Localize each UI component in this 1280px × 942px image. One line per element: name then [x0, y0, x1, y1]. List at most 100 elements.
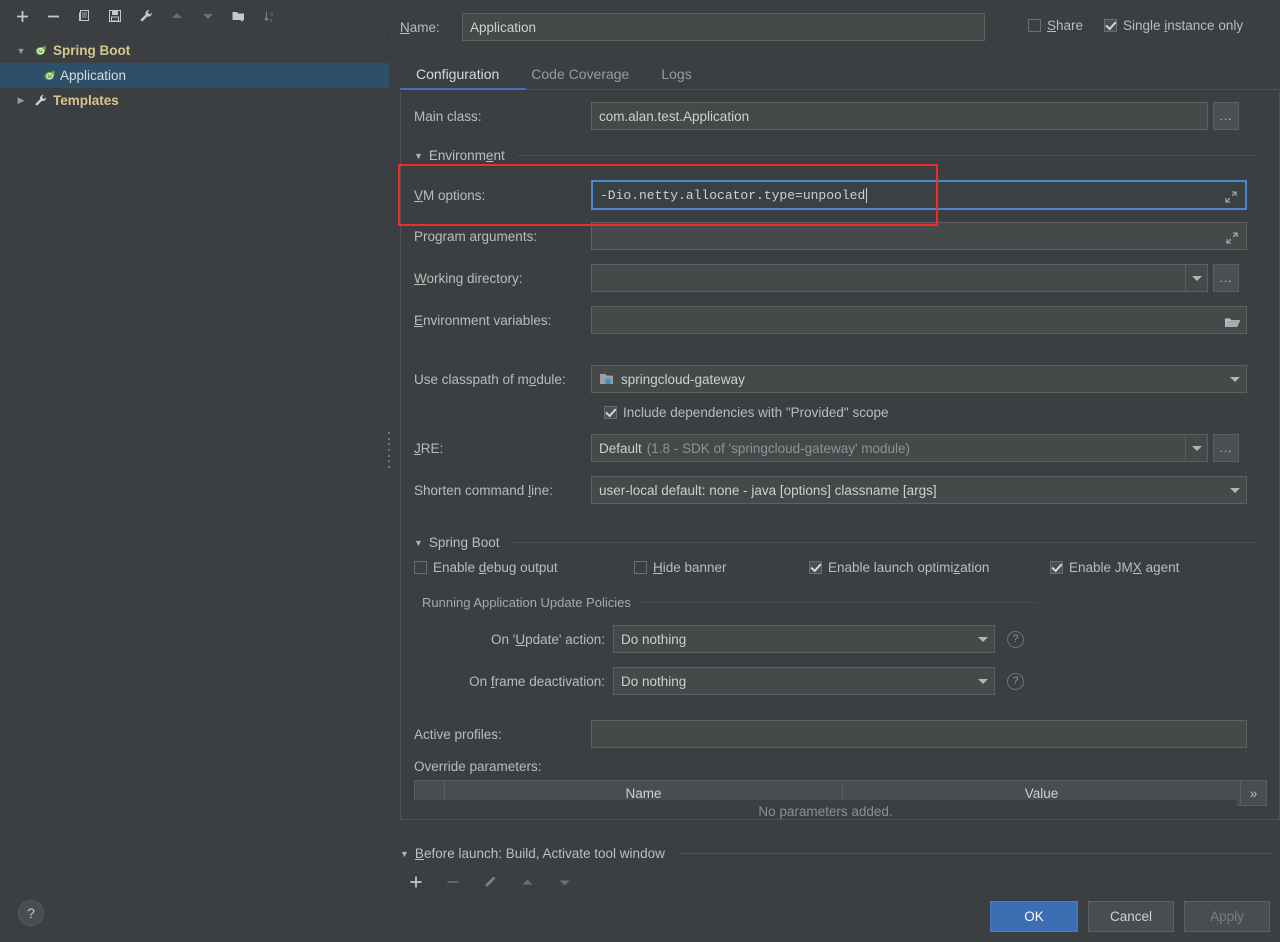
before-launch-section-header[interactable]: ▼ Before launch: Build, Activate tool wi…	[400, 846, 1272, 861]
spring-boot-icon	[31, 43, 49, 58]
single-instance-only-checkbox[interactable]: Single instance only	[1104, 18, 1243, 33]
chevron-down-icon[interactable]	[1224, 366, 1246, 392]
use-classpath-of-module-combobox[interactable]: springcloud-gateway	[591, 365, 1247, 393]
folder-icon[interactable]	[1219, 308, 1245, 336]
include-provided-scope-checkbox[interactable]: Include dependencies with "Provided" sco…	[604, 405, 889, 420]
wrench-icon[interactable]	[136, 6, 156, 26]
chevron-down-icon[interactable]	[1185, 435, 1207, 461]
minus-icon	[443, 872, 463, 892]
environment-variables-input[interactable]	[591, 306, 1247, 334]
working-directory-browse-button[interactable]: ...	[1213, 264, 1239, 292]
arrow-up-icon[interactable]	[167, 6, 187, 26]
arrow-down-icon[interactable]	[198, 6, 218, 26]
jre-hint: (1.8 - SDK of 'springcloud-gateway' modu…	[647, 441, 910, 456]
active-profiles-input[interactable]	[591, 720, 1247, 748]
on-frame-deactivation-row: On frame deactivation: Do nothing ?	[401, 667, 1261, 695]
checkbox-box	[1028, 19, 1041, 32]
expand-table-button[interactable]: »	[1240, 781, 1266, 805]
environment-section-header[interactable]: ▼ Environment	[414, 148, 1257, 163]
help-button[interactable]: ?	[18, 900, 44, 926]
sort-az-icon[interactable]: az	[260, 6, 280, 26]
tab-logs[interactable]: Logs	[645, 66, 707, 90]
module-icon	[599, 372, 614, 386]
chevron-down-icon[interactable]	[1224, 477, 1246, 503]
chevron-down-icon[interactable]: ▼	[414, 151, 423, 161]
run-debug-configurations-dialog: az ▼ Spring Boot Application ▶	[0, 0, 1280, 942]
enable-debug-output-checkbox[interactable]: Enable debug output	[414, 560, 558, 575]
expand-arrows-icon[interactable]	[1219, 224, 1245, 252]
main-class-browse-button[interactable]: ...	[1213, 102, 1239, 130]
program-arguments-row: Program arguments:	[401, 222, 1261, 250]
jre-value: Default	[599, 441, 642, 456]
vm-options-input[interactable]: -Dio.netty.allocator.type=unpooled	[591, 180, 1247, 210]
shorten-command-line-combobox[interactable]: user-local default: none - java [options…	[591, 476, 1247, 504]
enable-debug-output-label: Enable debug output	[433, 560, 558, 575]
copy-icon[interactable]	[74, 6, 94, 26]
on-frame-deactivation-combobox[interactable]: Do nothing	[613, 667, 995, 695]
tab-configuration[interactable]: Configuration	[400, 66, 515, 90]
tree-node-spring-boot[interactable]: ▼ Spring Boot	[0, 38, 389, 63]
jre-browse-button[interactable]: ...	[1213, 434, 1239, 462]
enable-launch-optimization-checkbox[interactable]: Enable launch optimization	[809, 560, 989, 575]
on-update-action-help-icon[interactable]: ?	[1007, 631, 1024, 648]
configuration-tabs[interactable]: Configuration Code Coverage Logs	[400, 58, 1280, 90]
before-launch-label: Before launch: Build, Activate tool wind…	[415, 846, 665, 861]
arrow-down-icon	[554, 872, 574, 892]
jre-combobox[interactable]: Default (1.8 - SDK of 'springcloud-gatew…	[591, 434, 1208, 462]
tree-node-templates[interactable]: ▶ Templates	[0, 88, 389, 113]
chevron-down-icon[interactable]: ▼	[414, 538, 423, 548]
program-arguments-label: Program arguments:	[401, 229, 591, 244]
enable-jmx-agent-checkbox[interactable]: Enable JMX agent	[1050, 560, 1179, 575]
minus-icon[interactable]	[43, 6, 63, 26]
hide-banner-checkbox[interactable]: Hide banner	[634, 560, 727, 575]
jre-row: JRE: Default (1.8 - SDK of 'springcloud-…	[401, 434, 1261, 462]
cancel-button[interactable]: Cancel	[1088, 901, 1174, 932]
chevron-down-icon[interactable]: ▼	[14, 46, 28, 56]
chevron-down-icon[interactable]: ▼	[400, 849, 409, 859]
enable-jmx-agent-label: Enable JMX agent	[1069, 560, 1179, 575]
spring-boot-section-label: Spring Boot	[429, 535, 500, 550]
before-launch-toolbar	[406, 872, 574, 892]
tree-node-label: Spring Boot	[53, 43, 130, 58]
working-directory-input[interactable]	[591, 264, 1208, 292]
tree-node-application[interactable]: Application	[0, 63, 389, 88]
tab-code-coverage[interactable]: Code Coverage	[515, 66, 645, 90]
chevron-down-icon[interactable]	[972, 626, 994, 652]
shorten-command-line-row: Shorten command line: user-local default…	[401, 476, 1261, 504]
on-frame-deactivation-help-icon[interactable]: ?	[1007, 673, 1024, 690]
share-checkbox[interactable]: Share	[1028, 18, 1083, 33]
chevron-right-icon[interactable]: ▶	[14, 95, 28, 106]
name-input[interactable]: Application	[462, 13, 985, 41]
working-directory-label: Working directory:	[401, 271, 591, 286]
update-policies-section-header: Running Application Update Policies	[422, 595, 1037, 610]
chevron-down-icon[interactable]	[1185, 265, 1207, 291]
environment-variables-label: Environment variables:	[401, 313, 591, 328]
use-classpath-of-module-label: Use classpath of module:	[401, 372, 591, 387]
plus-icon[interactable]	[406, 872, 426, 892]
main-class-input[interactable]: com.alan.test.Application	[591, 102, 1208, 130]
checkbox-box	[809, 561, 822, 574]
section-divider	[512, 542, 1257, 543]
checkbox-box	[604, 406, 617, 419]
enable-launch-optimization-label: Enable launch optimization	[828, 560, 989, 575]
override-parameters-table[interactable]: Name Value » No parameters added.	[414, 780, 1267, 812]
ok-button[interactable]: OK	[990, 901, 1078, 932]
on-update-action-combobox[interactable]: Do nothing	[613, 625, 995, 653]
dialog-buttons: OK Cancel Apply	[990, 901, 1270, 932]
checkbox-box	[1050, 561, 1063, 574]
update-policies-label: Running Application Update Policies	[422, 595, 631, 610]
configurations-tree[interactable]: ▼ Spring Boot Application ▶ Templates	[0, 34, 389, 887]
vm-options-row: VM options: -Dio.netty.allocator.type=un…	[401, 180, 1261, 210]
program-arguments-input[interactable]	[591, 222, 1247, 250]
configurations-toolbar: az	[0, 0, 389, 32]
save-icon[interactable]	[105, 6, 125, 26]
spring-boot-section-header[interactable]: ▼ Spring Boot	[414, 535, 1257, 550]
section-divider	[518, 155, 1257, 156]
chevron-down-icon[interactable]	[972, 668, 994, 694]
apply-button[interactable]: Apply	[1184, 901, 1270, 932]
tabs-divider	[400, 89, 1280, 90]
folder-add-icon[interactable]	[229, 6, 249, 26]
environment-variables-row: Environment variables:	[401, 306, 1261, 334]
expand-arrows-icon[interactable]	[1218, 183, 1244, 211]
plus-icon[interactable]	[12, 6, 32, 26]
